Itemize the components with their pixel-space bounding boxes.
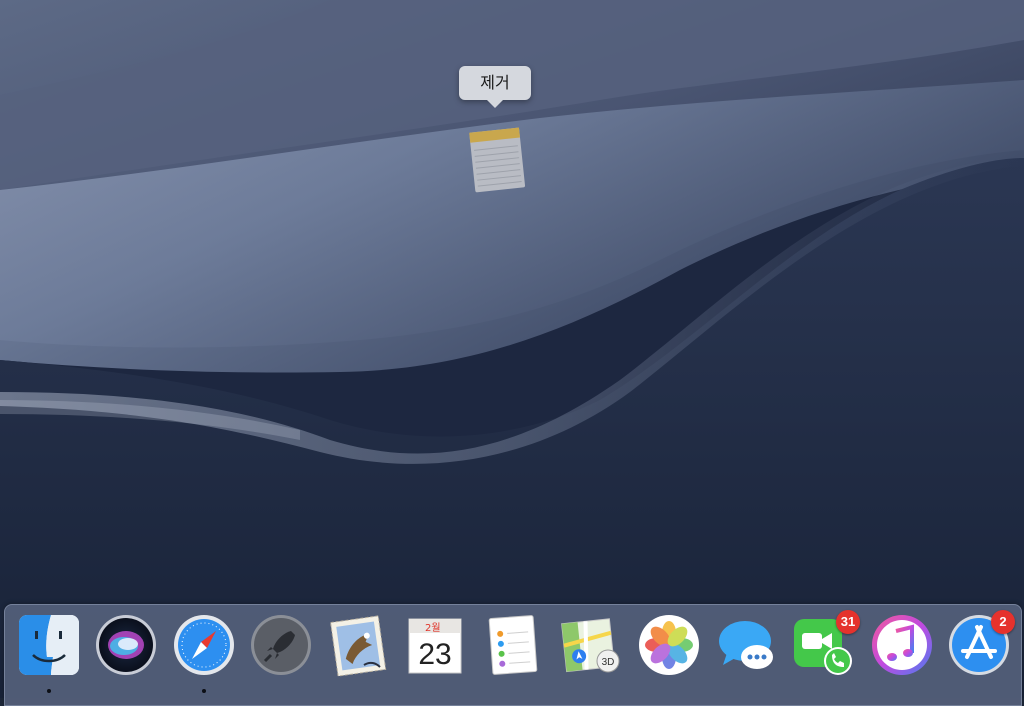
calendar-icon: 2월 23: [408, 618, 462, 674]
tooltip-label: 제거: [480, 73, 510, 92]
dock-item-finder[interactable]: [17, 613, 81, 677]
dock-item-reminders[interactable]: [481, 613, 545, 677]
desktop-wallpaper: [0, 0, 1024, 698]
finder-icon: [19, 615, 79, 675]
maps-icon: 3D: [561, 618, 620, 673]
mail-icon: [330, 615, 387, 677]
dock-item-calendar[interactable]: 2월 23: [403, 613, 467, 677]
reminders-icon: [488, 615, 538, 675]
dock-item-maps[interactable]: 3D: [558, 613, 622, 677]
dock-item-facetime[interactable]: 31: [792, 610, 860, 677]
dock-item-app-store[interactable]: 2: [947, 610, 1015, 677]
dock-item-safari[interactable]: [172, 613, 236, 677]
dock-item-mail[interactable]: [326, 613, 390, 677]
dock-item-itunes[interactable]: [870, 613, 934, 677]
siri-icon: [96, 615, 156, 675]
launchpad-icon: [251, 615, 311, 675]
dock-item-launchpad[interactable]: [249, 613, 313, 677]
itunes-icon: [872, 615, 932, 675]
photos-icon: [639, 615, 699, 675]
safari-icon: [174, 615, 234, 675]
app-store-badge: 2: [991, 610, 1015, 634]
maps-3d-label: 3D: [602, 657, 615, 668]
running-indicator-safari: [202, 689, 206, 693]
remove-tooltip: 제거: [459, 66, 531, 108]
dock-item-messages[interactable]: [715, 613, 779, 677]
dock: 2월 23 3D 31 2: [4, 604, 1022, 706]
calendar-day-label: 23: [418, 638, 451, 671]
messages-icon: [719, 621, 773, 669]
dock-item-photos[interactable]: [637, 613, 701, 677]
facetime-badge: 31: [836, 610, 860, 634]
calendar-month-label: 2월: [425, 622, 441, 634]
running-indicator-finder: [47, 689, 51, 693]
dragged-notes-icon[interactable]: [462, 120, 532, 195]
dock-item-siri[interactable]: [94, 613, 158, 677]
